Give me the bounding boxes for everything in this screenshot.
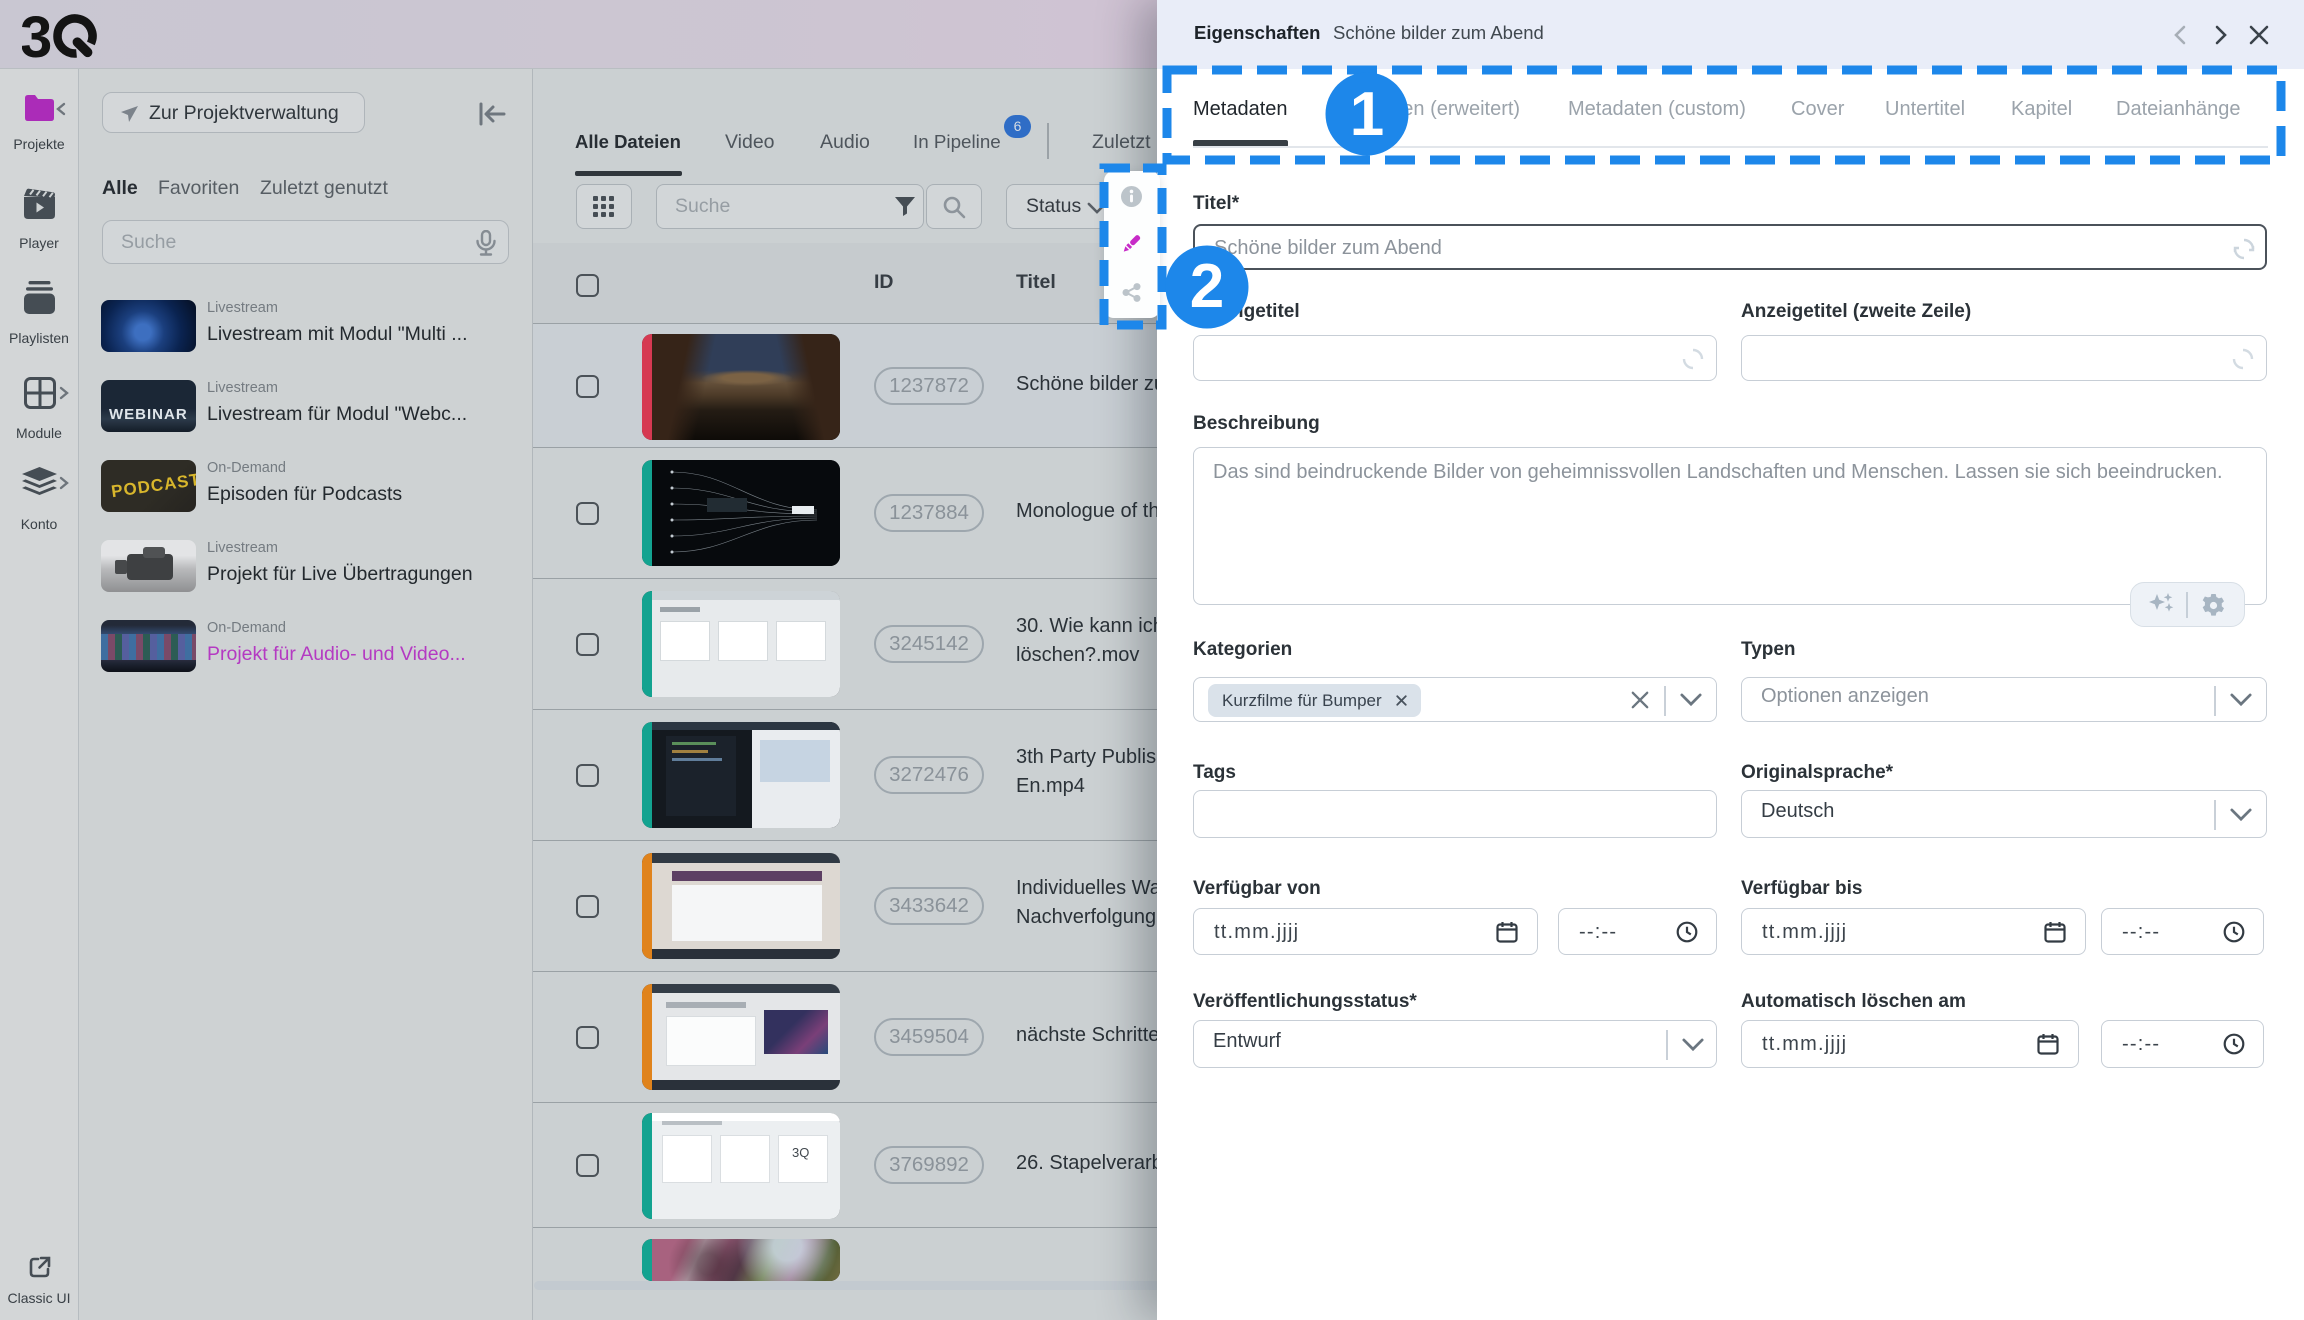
svg-text:2: 2 (1190, 252, 1224, 321)
svg-text:1: 1 (1350, 80, 1384, 149)
